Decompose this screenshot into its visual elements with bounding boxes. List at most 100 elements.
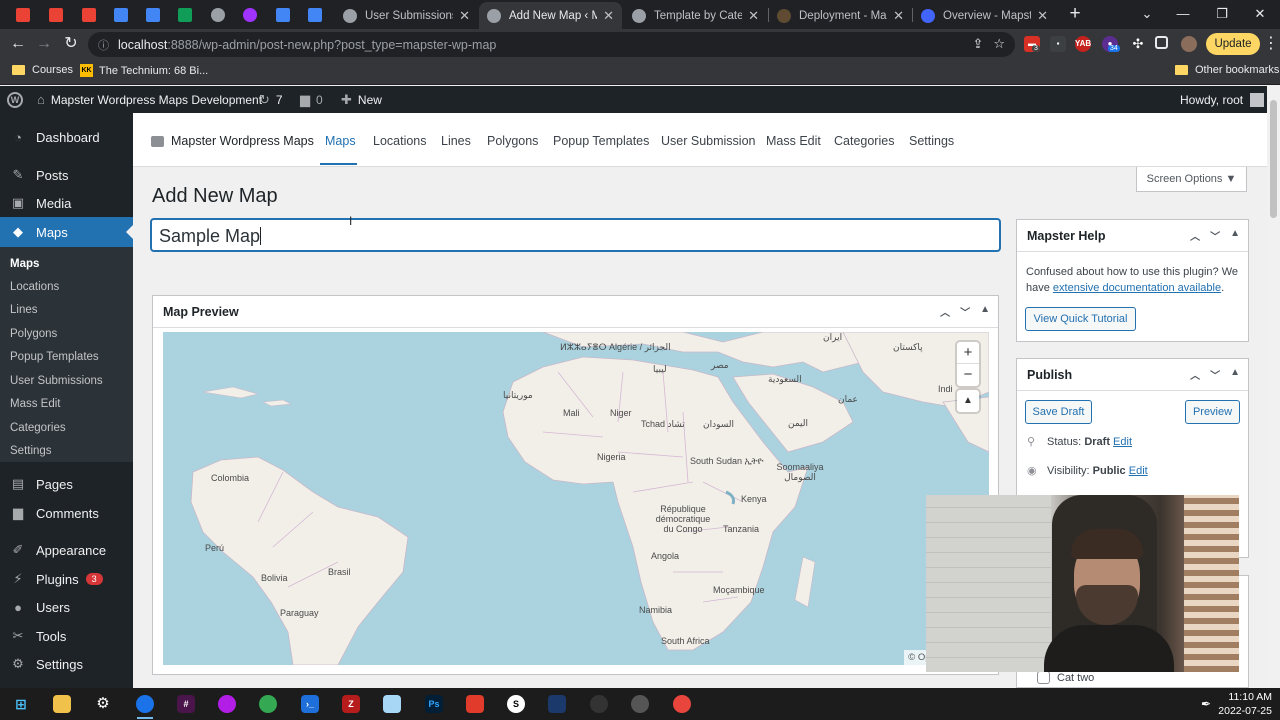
sidebar-item-pages[interactable]: ▤ Pages xyxy=(0,469,133,499)
nav-settings[interactable]: Settings xyxy=(909,134,954,148)
tab-deployment[interactable]: Deployment - Maps ✕ xyxy=(769,2,912,29)
wordpress-logo[interactable]: W xyxy=(7,86,23,113)
windows-start-icon[interactable]: ⊞ xyxy=(12,695,30,713)
move-up-icon[interactable]: ︿ xyxy=(1190,367,1200,382)
preview-button[interactable]: Preview xyxy=(1185,400,1240,424)
app-icon[interactable]: S xyxy=(507,695,525,713)
close-icon[interactable]: ✕ xyxy=(1037,8,1048,24)
app-icon[interactable] xyxy=(548,695,566,713)
chrome-icon[interactable] xyxy=(136,695,154,713)
move-up-icon[interactable]: ︿ xyxy=(940,304,950,319)
address-bar[interactable]: ⓘ localhost:8888/wp-admin/post-new.php?p… xyxy=(88,32,1015,57)
share-icon[interactable]: ⇪ xyxy=(972,36,983,52)
page-scrollbar[interactable] xyxy=(1267,86,1280,688)
zoom-out-button[interactable]: − xyxy=(957,364,979,386)
zoom-in-button[interactable]: + xyxy=(957,342,979,364)
pinned-tab-sheets[interactable] xyxy=(170,4,200,26)
edit-visibility-link[interactable]: Edit xyxy=(1129,465,1148,477)
submenu-user-submissions[interactable]: User Submissions xyxy=(10,375,103,387)
sidebar-item-plugins[interactable]: ⚡ Plugins 3 xyxy=(0,564,133,594)
move-down-icon[interactable]: ﹀ xyxy=(960,304,970,319)
save-draft-button[interactable]: Save Draft xyxy=(1025,400,1092,424)
close-icon[interactable]: ✕ xyxy=(748,8,759,24)
pinned-tab-gmail[interactable] xyxy=(8,4,38,26)
app-icon[interactable] xyxy=(631,695,649,713)
app-icon[interactable] xyxy=(466,695,484,713)
profile-avatar[interactable] xyxy=(1181,36,1197,52)
file-explorer-icon[interactable] xyxy=(53,695,71,713)
submenu-categories[interactable]: Categories xyxy=(10,422,66,434)
sidebar-item-comments[interactable]: ▆ Comments xyxy=(0,498,133,528)
app-icon[interactable] xyxy=(259,695,277,713)
move-up-icon[interactable]: ︿ xyxy=(1190,228,1200,243)
nav-mass-edit[interactable]: Mass Edit xyxy=(766,134,821,148)
tab-overview-mapster[interactable]: Overview - Mapster ✕ xyxy=(913,2,1056,29)
nav-lines[interactable]: Lines xyxy=(441,134,471,148)
move-down-icon[interactable]: ﹀ xyxy=(1210,228,1220,243)
submenu-mass-edit[interactable]: Mass Edit xyxy=(10,398,61,410)
map-title-input[interactable]: Sample Map xyxy=(151,219,1000,251)
tab-search-icon[interactable]: ⌄ xyxy=(1136,4,1158,24)
nav-user-submission[interactable]: User Submission xyxy=(661,134,755,148)
back-button[interactable]: ← xyxy=(7,33,29,55)
extension-icon[interactable]: ▪ xyxy=(1050,36,1066,52)
collapse-icon[interactable]: ▲ xyxy=(1230,228,1240,243)
bookmark-courses[interactable]: Courses xyxy=(12,64,73,76)
comments-link[interactable]: ▆ 0 xyxy=(300,86,323,113)
map-preview-header[interactable]: Map Preview ︿ ﹀ ▲ xyxy=(153,296,998,328)
account-menu[interactable]: Howdy, root xyxy=(1180,86,1265,113)
nav-locations[interactable]: Locations xyxy=(373,134,427,148)
minimize-button[interactable]: — xyxy=(1172,4,1194,24)
site-name-link[interactable]: ⌂ Mapster Wordpress Maps Development xyxy=(37,86,262,113)
sidebar-item-dashboard[interactable]: ◔ Dashboard xyxy=(0,122,133,152)
submenu-popup-templates[interactable]: Popup Templates xyxy=(10,351,99,363)
close-icon[interactable]: ✕ xyxy=(603,8,614,24)
sidebar-toggle-icon[interactable] xyxy=(1155,36,1168,49)
new-content-link[interactable]: ✚ New xyxy=(341,86,382,113)
app-icon[interactable] xyxy=(383,695,401,713)
tab-add-new-map[interactable]: Add New Map ‹ Maps ✕ xyxy=(479,2,622,29)
menu-icon[interactable]: ⋮ xyxy=(1260,33,1280,55)
pinned-tab-gmail-3[interactable] xyxy=(74,4,104,26)
update-button[interactable]: Update xyxy=(1206,33,1260,55)
bookmark-technium[interactable]: KK The Technium: 68 Bi... xyxy=(80,64,208,77)
tab-user-submissions[interactable]: User Submissions ‹ M ✕ xyxy=(335,2,478,29)
tab-template-by-category[interactable]: Template by Categor ✕ xyxy=(624,2,767,29)
collapse-icon[interactable]: ▲ xyxy=(1230,367,1240,382)
sidebar-item-posts[interactable]: ✎ Posts xyxy=(0,160,133,190)
move-down-icon[interactable]: ﹀ xyxy=(1210,367,1220,382)
sidebar-item-media[interactable]: ▣ Media xyxy=(0,188,133,218)
info-icon[interactable]: ⓘ xyxy=(98,37,112,53)
scrollbar-thumb[interactable] xyxy=(1270,100,1277,218)
bookmark-other[interactable]: Other bookmarks xyxy=(1175,64,1279,76)
pinned-tab-circle[interactable] xyxy=(203,4,233,26)
close-icon[interactable]: ✕ xyxy=(459,8,470,24)
reload-button[interactable]: ↻ xyxy=(60,33,82,55)
collapse-icon[interactable]: ▲ xyxy=(980,304,990,319)
powershell-icon[interactable]: ›_ xyxy=(301,695,319,713)
bookmark-star-icon[interactable]: ☆ xyxy=(993,36,1005,52)
category-checkbox-row[interactable]: Cat two xyxy=(1037,671,1094,684)
sidebar-item-settings[interactable]: ⚙ Settings xyxy=(0,649,133,679)
edit-status-link[interactable]: Edit xyxy=(1113,436,1132,448)
app-icon[interactable] xyxy=(590,695,608,713)
pinned-tab-gmail-2[interactable] xyxy=(41,4,71,26)
compass-button[interactable]: ▲ xyxy=(957,390,979,412)
nav-maps[interactable]: Maps xyxy=(325,134,356,148)
sidebar-item-users[interactable]: ● Users xyxy=(0,592,133,622)
updates-link[interactable]: ↻ 7 xyxy=(259,86,283,113)
system-clock[interactable]: 11:10 AM 2022-07-25 xyxy=(1218,690,1272,718)
filezilla-icon[interactable]: Z xyxy=(342,695,360,713)
nav-categories[interactable]: Categories xyxy=(834,134,894,148)
pinned-tab-docs-3[interactable] xyxy=(268,4,298,26)
chrome-icon[interactable] xyxy=(673,695,691,713)
new-tab-button[interactable]: + xyxy=(1064,4,1086,26)
submenu-lines[interactable]: Lines xyxy=(10,304,38,316)
forward-button[interactable]: → xyxy=(33,33,55,55)
screen-options-button[interactable]: Screen Options ▼ xyxy=(1136,167,1247,192)
category-checkbox[interactable] xyxy=(1037,671,1050,684)
documentation-link[interactable]: extensive documentation available xyxy=(1053,282,1221,294)
submenu-locations[interactable]: Locations xyxy=(10,281,59,293)
nav-popup-templates[interactable]: Popup Templates xyxy=(553,134,649,148)
pinned-tab-messenger[interactable] xyxy=(235,4,265,26)
